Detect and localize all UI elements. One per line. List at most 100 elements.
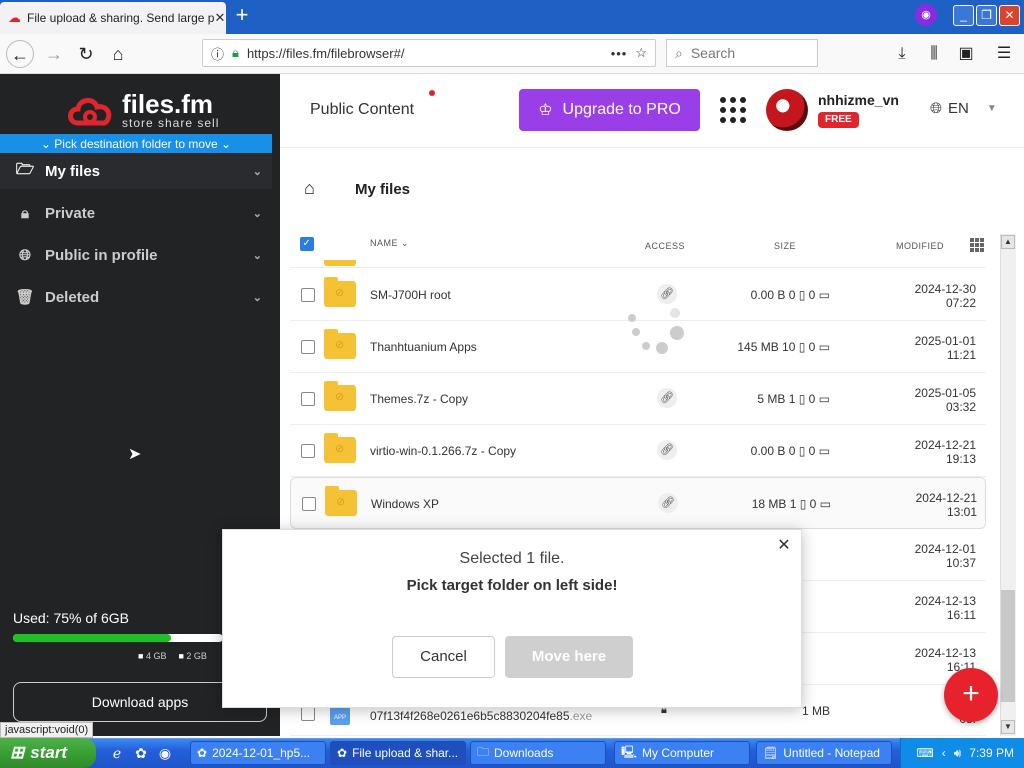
taskbar-item[interactable]: ✿ File upload & shar...	[330, 741, 466, 765]
row-checkbox[interactable]	[301, 707, 315, 721]
grid-view-icon[interactable]	[970, 238, 984, 252]
home-icon[interactable]: ⌂	[104, 40, 132, 68]
storage-usage-bar	[13, 634, 223, 642]
file-size: 145 MB 10 ▯ 0 ▭	[737, 340, 830, 354]
add-button[interactable]: +	[944, 668, 998, 722]
sidebar-item-private[interactable]: 🔒︎ Private ⌄	[0, 195, 272, 231]
link-icon[interactable]: 🔗︎	[657, 284, 677, 304]
scroll-up-icon[interactable]: ▲	[1001, 235, 1015, 249]
minimize-button[interactable]: _	[953, 4, 974, 26]
language-selector[interactable]: 🌐︎ EN ▼	[930, 100, 997, 117]
file-name[interactable]: Windows XP	[371, 497, 439, 511]
bookmark-star-icon[interactable]: ☆	[635, 45, 647, 61]
folder-icon	[324, 381, 356, 411]
row-checkbox[interactable]	[301, 288, 315, 302]
keyboard-icon[interactable]: ⌨	[916, 746, 933, 760]
library-icon[interactable]: ⫼	[922, 40, 946, 68]
pick-destination-banner: ⌄ Pick destination folder to move ⌄	[0, 134, 272, 154]
sidebar-item-public-in-profile[interactable]: 🌐︎ Public in profile ⌄	[0, 237, 272, 273]
column-modified[interactable]: MODIFIED	[896, 241, 944, 251]
downloads-icon[interactable]: ⤓	[890, 40, 914, 68]
cancel-button[interactable]: Cancel	[392, 636, 495, 678]
row-checkbox[interactable]	[301, 392, 315, 406]
media-player-icon[interactable]: ◉	[156, 744, 174, 762]
row-checkbox[interactable]	[301, 444, 315, 458]
back-icon[interactable]: ←	[6, 40, 34, 68]
folder-open-icon: 🗁	[15, 160, 35, 178]
chevron-down-icon[interactable]: ⌄	[253, 249, 262, 262]
loading-spinner-icon	[628, 308, 686, 356]
column-name[interactable]: NAME ⌄	[370, 238, 409, 249]
menu-icon[interactable]: ☰	[992, 40, 1016, 68]
link-icon[interactable]: 🔗︎	[657, 440, 677, 460]
taskbar-item[interactable]: 🗀 Downloads	[470, 741, 606, 765]
address-bar[interactable]: ⓘ 🔒︎ https://files.fm/filebrowser#/ ••• …	[202, 39, 656, 67]
move-here-button[interactable]: Move here	[505, 636, 633, 678]
select-all-checkbox[interactable]: ✓	[300, 237, 314, 251]
link-icon[interactable]: 🔗︎	[657, 388, 677, 408]
row-checkbox[interactable]	[301, 340, 315, 354]
ie-icon[interactable]: ℯ	[108, 744, 126, 762]
tab-close-icon[interactable]: ✕	[214, 10, 225, 26]
table-row[interactable]: Themes.7z - Copy 🔗︎ 5 MB 1 ▯ 0 ▭ 2025-01…	[290, 373, 986, 425]
close-window-button[interactable]: ✕	[999, 4, 1020, 26]
file-name[interactable]: 07f13f4f268e0261e6b5c8830204fe85.exe	[370, 709, 592, 723]
mouse-cursor-icon: ➤	[128, 446, 142, 463]
filesfm-logo[interactable]: files.fm store share sell	[66, 91, 219, 130]
dialog-subtitle: Pick target folder on left side!	[406, 577, 618, 594]
filesfm-favicon-icon: ☁	[8, 10, 21, 25]
table-row[interactable]: Windows XP 🔗︎ 18 MB 1 ▯ 0 ▭ 2024-12-2113…	[290, 477, 986, 529]
home-icon[interactable]: ⌂	[304, 178, 326, 200]
start-button[interactable]: ⊞ start	[0, 738, 96, 768]
file-name[interactable]: virtio-win-0.1.266.7z - Copy	[370, 444, 516, 458]
file-name[interactable]: SM-J700H root	[370, 288, 451, 302]
time-text: 07:22	[945, 296, 976, 310]
public-content-link[interactable]: Public Content	[310, 101, 414, 119]
file-name[interactable]: Themes.7z - Copy	[370, 392, 468, 406]
pick-destination-text: Pick destination folder to move	[54, 137, 218, 151]
file-name[interactable]: Thanhtuanium Apps	[370, 340, 477, 354]
new-tab-icon[interactable]: +	[232, 4, 252, 28]
reload-icon[interactable]: ↻	[72, 40, 100, 68]
row-checkbox[interactable]	[302, 497, 316, 511]
tray-collapse-icon[interactable]: ‹	[942, 746, 946, 760]
taskbar-item[interactable]: ✿ 2024-12-01_hp5...	[190, 741, 326, 765]
browser-tab[interactable]: ☁ File upload & sharing. Send large p ✕	[0, 2, 226, 34]
taskbar-item[interactable]: 🗒 Untitled - Notepad	[756, 741, 892, 765]
date-text: 2024-12-01	[914, 542, 976, 556]
modified-date: 2025-01-01 11:21	[890, 334, 976, 362]
sidebar-toggle-icon[interactable]: ▣	[954, 40, 978, 68]
apps-grid-icon[interactable]	[720, 97, 746, 123]
chevron-down-icon[interactable]: ⌄	[253, 291, 262, 304]
column-access[interactable]: ACCESS	[645, 241, 685, 251]
messenger-icon[interactable]: ✿	[132, 744, 150, 762]
taskbar-item[interactable]: 🖳 My Computer	[614, 741, 750, 765]
notification-dot	[429, 90, 435, 96]
chevron-down-icon[interactable]: ⌄	[253, 165, 262, 178]
file-size: 0.00 B 0 ▯ 0 ▭	[750, 288, 830, 302]
sidebar-item-deleted[interactable]: 🗑︎ Deleted ⌄	[0, 279, 272, 315]
table-row[interactable]: virtio-win-0.1.266.7z - Copy 🔗︎ 0.00 B 0…	[290, 425, 986, 477]
scrollbar-thumb[interactable]	[1001, 590, 1015, 702]
clock[interactable]: 7:39 PM	[969, 746, 1014, 760]
search-placeholder: Search	[690, 45, 736, 61]
info-icon[interactable]: ⓘ	[211, 44, 224, 63]
maximize-button[interactable]: ❐	[976, 4, 997, 26]
upgrade-pro-button[interactable]: ♔ Upgrade to PRO	[519, 89, 700, 131]
computer-icon: 🖳	[621, 744, 638, 759]
page-actions-icon[interactable]: •••	[611, 46, 628, 61]
username[interactable]: nhhizme_vn	[818, 92, 899, 108]
legend-item: 4 GB	[138, 651, 167, 661]
scroll-down-icon[interactable]: ▼	[1001, 720, 1015, 734]
search-input[interactable]: ⌕ Search	[666, 39, 818, 67]
chevron-down-icon[interactable]: ⌄	[253, 207, 262, 220]
avatar[interactable]	[766, 89, 808, 131]
lock-icon: 🔒︎	[21, 204, 29, 222]
link-icon[interactable]: 🔗︎	[658, 493, 678, 513]
sidebar-item-my-files[interactable]: 🗁 My files ⌄	[0, 153, 272, 189]
breadcrumb[interactable]: My files	[355, 181, 410, 198]
column-size[interactable]: SIZE	[774, 241, 796, 251]
volume-icon[interactable]: 🔊︎	[954, 746, 962, 761]
forward-icon[interactable]: →	[40, 40, 68, 68]
time-text: 13:01	[946, 505, 977, 519]
